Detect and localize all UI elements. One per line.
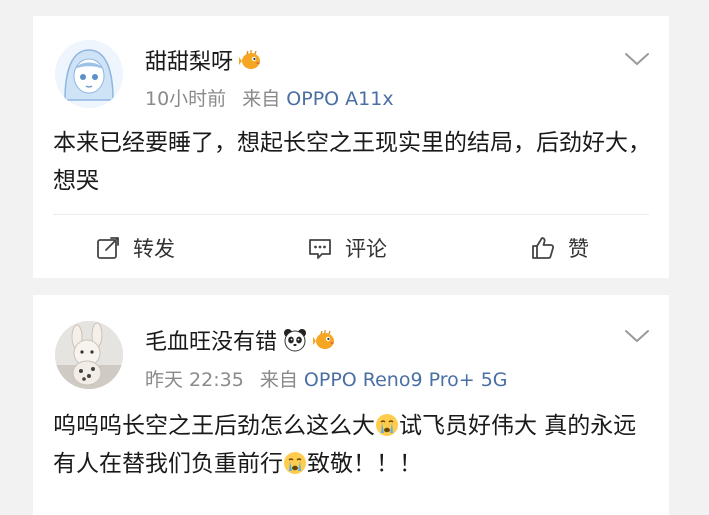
post-text-part: 致敬！！！ bbox=[307, 451, 422, 477]
post-time: 10小时前 bbox=[145, 88, 227, 110]
thumbs-up-icon bbox=[532, 237, 555, 259]
crying-emoji-icon bbox=[376, 414, 398, 436]
username-row: 毛血旺没有错 bbox=[145, 324, 337, 356]
avatar[interactable] bbox=[55, 40, 123, 108]
post-text: 呜呜呜长空之王后劲怎么这么大 试飞员好伟大 真的永远有人在替我们负重前行 致敬！… bbox=[53, 407, 653, 483]
chevron-down-icon[interactable] bbox=[623, 327, 651, 345]
username[interactable]: 甜甜梨呀 bbox=[145, 44, 233, 76]
username[interactable]: 毛血旺没有错 bbox=[145, 324, 277, 356]
post-card: 甜甜梨呀 10小时前 来自 OPPO A11x 本来已经要睡了，想起长空之王现实… bbox=[33, 16, 669, 278]
source-prefix: 来自 bbox=[242, 88, 281, 110]
post-time: 昨天 22:35 bbox=[145, 369, 244, 391]
repost-button[interactable]: 转发 bbox=[95, 228, 175, 268]
username-row: 甜甜梨呀 bbox=[145, 44, 263, 76]
avatar[interactable] bbox=[55, 321, 123, 389]
post-card: 毛血旺没有错 昨天 22:35 来自 OPPO Reno9 Pro+ 5G 呜呜… bbox=[33, 295, 669, 515]
device-link[interactable]: OPPO A11x bbox=[286, 88, 393, 110]
comment-label: 评论 bbox=[345, 237, 387, 261]
crying-emoji-icon bbox=[284, 452, 306, 474]
pufferfish-badge-icon bbox=[239, 50, 261, 69]
weibo-feed: 甜甜梨呀 10小时前 来自 OPPO A11x 本来已经要睡了，想起长空之王现实… bbox=[0, 0, 709, 515]
post-meta: 昨天 22:35 来自 OPPO Reno9 Pro+ 5G bbox=[145, 365, 508, 392]
post-text: 本来已经要睡了，想起长空之王现实里的结局，后劲好大，想哭 bbox=[53, 130, 651, 194]
divider bbox=[53, 214, 649, 215]
pufferfish-badge-icon bbox=[313, 330, 335, 349]
repost-icon bbox=[97, 237, 119, 259]
repost-label: 转发 bbox=[133, 237, 175, 261]
action-bar: 转发 评论 赞 bbox=[33, 228, 669, 268]
like-button[interactable]: 赞 bbox=[530, 228, 589, 268]
panda-badge-icon bbox=[284, 329, 307, 352]
comment-icon bbox=[309, 239, 331, 259]
device-link[interactable]: OPPO Reno9 Pro+ 5G bbox=[304, 369, 508, 391]
post-meta: 10小时前 来自 OPPO A11x bbox=[145, 84, 394, 111]
like-label: 赞 bbox=[568, 237, 589, 261]
source-prefix: 来自 bbox=[259, 369, 298, 391]
post-text-part: 呜呜呜长空之王后劲怎么这么大 bbox=[53, 413, 375, 439]
comment-button[interactable]: 评论 bbox=[307, 228, 387, 268]
chevron-down-icon[interactable] bbox=[623, 50, 651, 68]
